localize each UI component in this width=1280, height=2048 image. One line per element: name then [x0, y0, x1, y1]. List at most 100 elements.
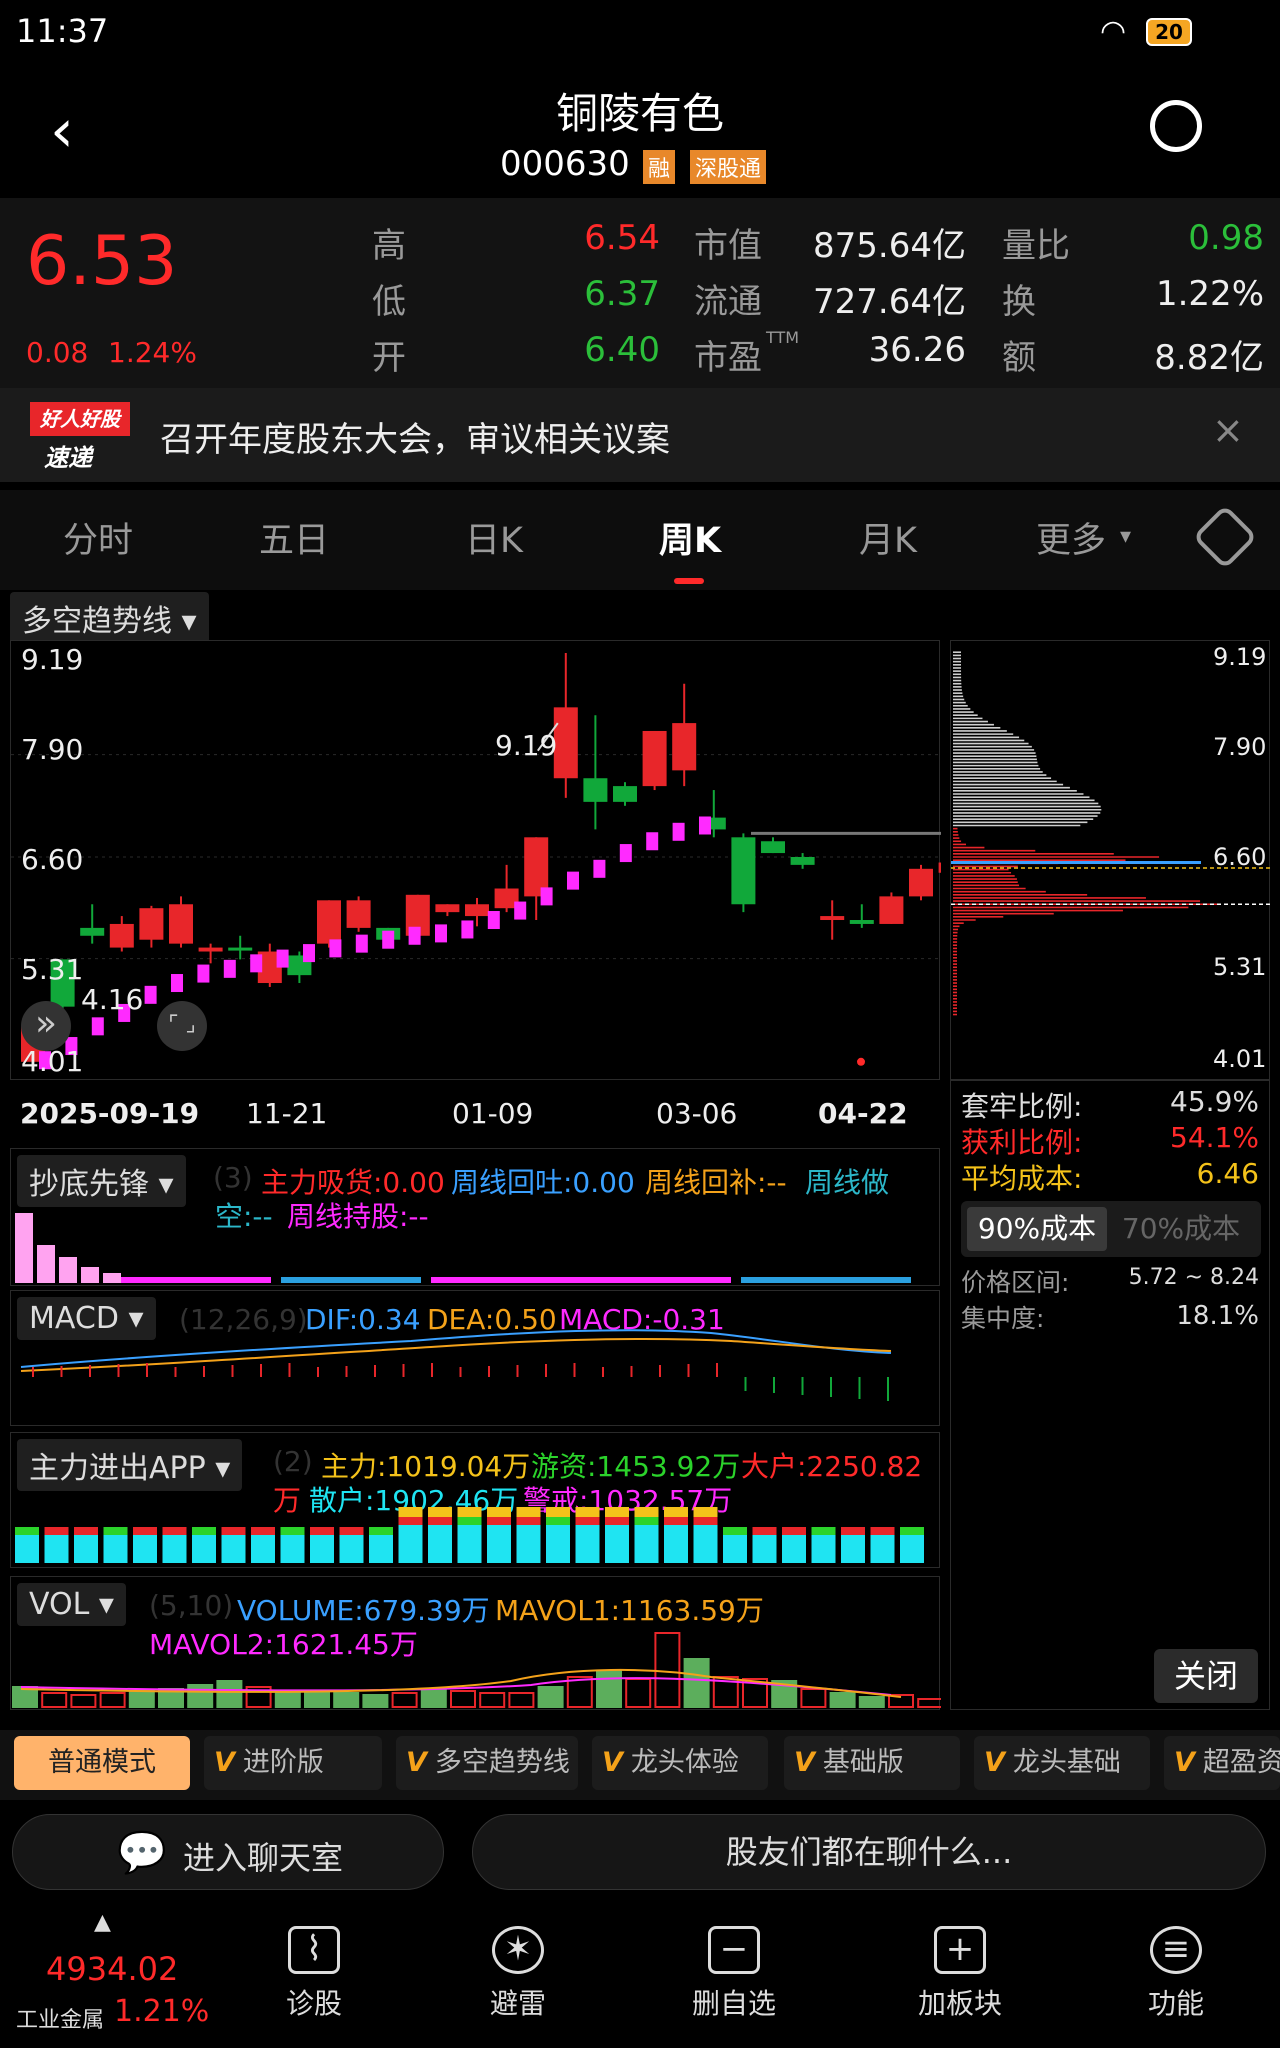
zhuli-bar-top [457, 1517, 482, 1525]
chaodi-segment [741, 1277, 911, 1283]
vol-bar [70, 1694, 97, 1708]
candle-body [731, 837, 756, 905]
zhuli-bar-top [546, 1517, 570, 1525]
btn-70-cost[interactable]: 70%成本 [1111, 1207, 1251, 1251]
zhuli-bar-top [339, 1527, 364, 1535]
candle-body [790, 857, 815, 865]
max-annotation: 9.19 [495, 729, 558, 762]
chip-distribution: 9.19 7.90 6.60 5.31 4.01 [950, 640, 1271, 1080]
trend-mark [567, 871, 579, 890]
profit-label: 获利比例: [961, 1126, 1083, 1159]
settings-icon[interactable] [1192, 504, 1258, 570]
avg-label: 平均成本: [961, 1162, 1083, 1195]
nav-function[interactable]: ≡ 功能 [1116, 1926, 1236, 2022]
vol-bar [479, 1692, 506, 1708]
x-label-3: 03-06 [656, 1097, 738, 1130]
zhuli-bar-yellow [516, 1507, 541, 1517]
zhuli-bar-cyan [221, 1535, 246, 1563]
prev-button[interactable]: » [21, 1001, 71, 1051]
trend-mark [699, 816, 711, 835]
candle-body [109, 923, 134, 948]
candle-body [583, 778, 608, 802]
nav-remove[interactable]: − 删自选 [674, 1926, 794, 2022]
candle-body [879, 896, 904, 924]
zhuli-bar-top [428, 1517, 452, 1525]
trend-mark [382, 930, 395, 949]
nav-diagnose-label: 诊股 [285, 1987, 342, 2020]
tab-rik[interactable]: 日K [424, 512, 564, 563]
zhuli-bar-cyan [752, 1535, 777, 1563]
news-text: 召开年度股东大会，审议相关议案 [160, 420, 670, 460]
zhuli-bar-yellow [693, 1507, 718, 1517]
stock-code: 000630 [500, 144, 630, 184]
tab-active-indicator [674, 578, 704, 584]
vol-svg [12, 1632, 941, 1708]
zhuli-bar-cyan [457, 1525, 482, 1563]
enter-chat-button[interactable]: 💬 进入聊天室 [12, 1814, 444, 1890]
zhuli-bar-cyan [723, 1535, 747, 1563]
close-button[interactable]: 关闭 [1154, 1649, 1258, 1703]
low-label: 低 [372, 282, 406, 322]
volratio-value: 0.98 [1188, 218, 1264, 258]
candle-body [198, 947, 223, 952]
expand-button[interactable]: ⌜ ⌟ [157, 1001, 207, 1051]
vol-bar [304, 1692, 330, 1708]
news-banner[interactable]: 好人好股 速递 召开年度股东大会，审议相关议案 × [0, 388, 1280, 482]
trend-mark [487, 911, 500, 930]
zhuli-bar-cyan [398, 1525, 423, 1563]
mode-normal[interactable]: 普通模式 [14, 1736, 190, 1790]
nav-add-sector[interactable]: + 加板块 [900, 1926, 1020, 2022]
tab-yuek[interactable]: 月K [818, 512, 958, 563]
nav-avoid[interactable]: ✶ 避雷 [458, 1926, 578, 2022]
mode-leader-basic[interactable]: V 龙头基础 [974, 1736, 1150, 1790]
close-icon[interactable]: × [1212, 408, 1244, 452]
zhuli-bar-top [280, 1527, 305, 1535]
nav-function-label: 功能 [1147, 1987, 1204, 2020]
nav-diagnose[interactable]: ⌇ 诊股 [254, 1926, 374, 2022]
vol-bar [420, 1688, 447, 1708]
zhuli-bar-top [693, 1517, 718, 1525]
tab-fenshi[interactable]: 分时 [28, 512, 168, 563]
last-price: 6.53 [26, 222, 178, 301]
nav-remove-label: 删自选 [691, 1987, 776, 2020]
search-icon[interactable] [1150, 100, 1202, 152]
zhuli-bar-top [15, 1527, 39, 1535]
tab-zhouk[interactable]: 周K [620, 512, 760, 563]
change: 0.08 [26, 336, 89, 369]
mode-advanced[interactable]: V 进阶版 [204, 1736, 382, 1790]
v-icon: V [214, 1747, 235, 1778]
vol-bar [858, 1696, 885, 1708]
candle-body [317, 900, 341, 944]
vol-bar [625, 1678, 652, 1708]
macd-svg [20, 1329, 892, 1401]
candle-body [909, 868, 933, 897]
high-value: 6.54 [584, 218, 660, 258]
vol-bar [450, 1690, 476, 1708]
change-pct: 1.24% [108, 336, 197, 369]
zhuli-bar-top [369, 1527, 393, 1535]
mode-leader-trial[interactable]: V 龙头体验 [592, 1736, 768, 1790]
candle-body [613, 786, 637, 802]
dea-line [20, 1338, 892, 1372]
chaodi-segment [281, 1277, 421, 1283]
tab-more[interactable]: 更多 [1016, 512, 1126, 563]
kline-chart[interactable]: 9.19 7.90 6.60 5.31 4.01 9.19 4.16 » ⌜ ⌟ [10, 640, 963, 1080]
mode-super[interactable]: V 超盈资 [1164, 1736, 1280, 1790]
min-annotation: 4.16 [81, 983, 144, 1016]
chip-tick-3: 5.31 [1213, 953, 1267, 981]
mode-trend[interactable]: V 多空趋势线 [396, 1736, 578, 1790]
indicator-select[interactable]: 多空趋势线 ▾ [10, 592, 209, 644]
conc-label: 集中度: [961, 1304, 1045, 1333]
zhuli-bar-cyan [15, 1535, 39, 1563]
candle-body [849, 920, 874, 924]
index-value[interactable]: 4934.02 [46, 1950, 178, 1988]
tab-wuri[interactable]: 五日 [224, 512, 364, 563]
btn-90-cost[interactable]: 90%成本 [967, 1207, 1107, 1251]
float-value: 727.64亿 [813, 282, 966, 322]
vol-bar [216, 1680, 243, 1708]
chaodi-bar [59, 1257, 77, 1283]
pe-label: 市盈 [694, 338, 762, 378]
chat-topic-button[interactable]: 股友们都在聊什么... [472, 1814, 1266, 1890]
vol-bar [829, 1692, 856, 1708]
mode-basic[interactable]: V 基础版 [784, 1736, 960, 1790]
